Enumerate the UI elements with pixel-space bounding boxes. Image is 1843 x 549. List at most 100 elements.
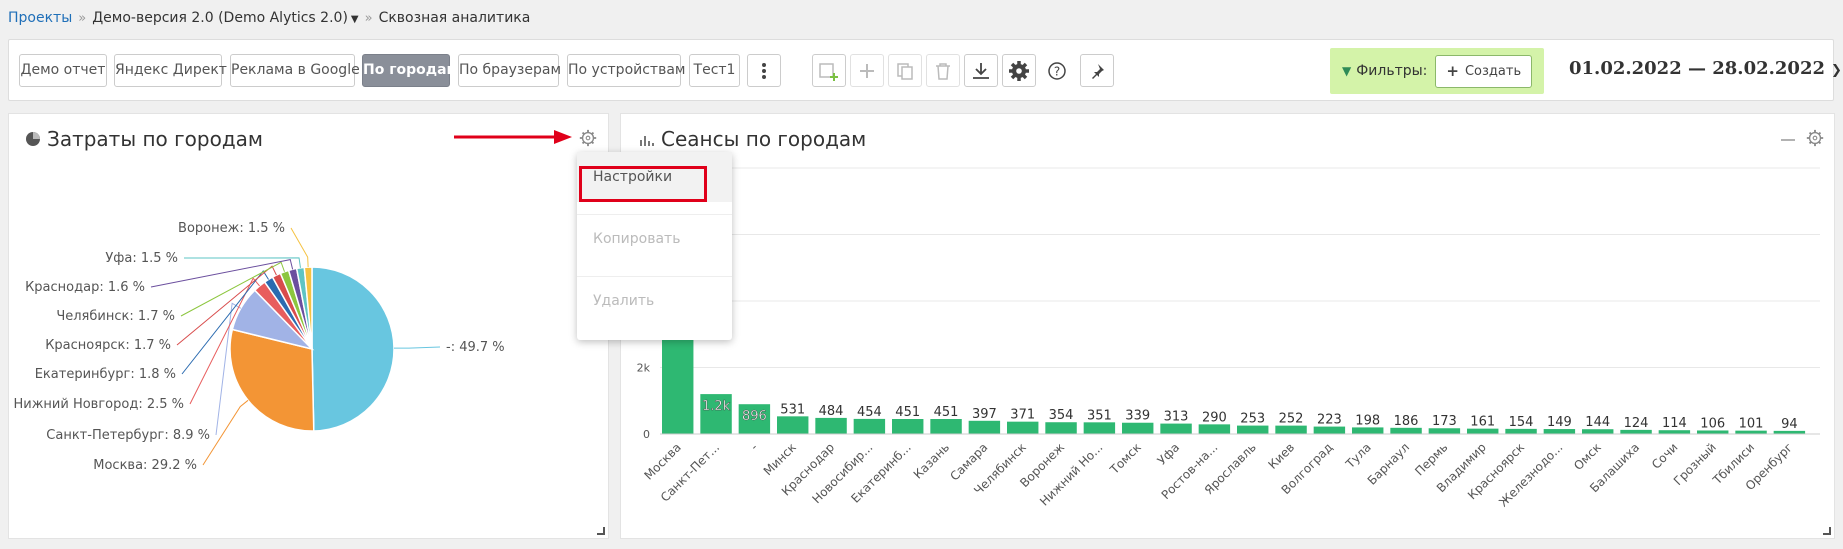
bar[interactable]: [1083, 422, 1116, 434]
bar[interactable]: [968, 420, 1001, 434]
bar-data-label: 154: [1509, 415, 1534, 430]
x-tick-label: Омск: [1571, 440, 1604, 473]
bar-data-label: 397: [972, 407, 997, 422]
x-tick-label: Барнаул: [1365, 440, 1413, 488]
bar-data-label: 1.2k: [702, 399, 731, 414]
bar-data-label: 144: [1585, 415, 1610, 430]
x-tick-label: Уфа: [1155, 440, 1183, 468]
bar-data-label: 484: [819, 404, 844, 419]
bar[interactable]: [1313, 426, 1346, 434]
bar-data-label: 451: [934, 405, 959, 420]
bar[interactable]: [1160, 423, 1192, 434]
settings-button[interactable]: [1002, 54, 1036, 87]
add-widget-icon: [819, 62, 838, 81]
bar-data-label: 371: [1010, 408, 1035, 423]
download-button[interactable]: [964, 54, 998, 87]
bar[interactable]: [815, 417, 847, 434]
bar-data-label: 313: [1164, 410, 1189, 425]
bar[interactable]: [853, 418, 886, 434]
bar[interactable]: [1237, 425, 1269, 434]
x-tick-label: Пермь: [1412, 440, 1450, 478]
more-vertical-icon: [762, 62, 766, 79]
bar-data-label: 253: [1240, 412, 1265, 427]
date-range-label: 01.02.2022 — 28.02.2022: [1569, 58, 1825, 79]
bar-data-label: 149: [1547, 415, 1572, 430]
x-tick-label: Киев: [1266, 440, 1298, 472]
delete-button[interactable]: [926, 54, 960, 87]
x-tick-label: Томск: [1107, 440, 1144, 477]
pie-slice-label: Санкт-Петербург: 8.9 %: [46, 428, 210, 443]
bar-data-label: 339: [1125, 409, 1150, 424]
bar[interactable]: [1275, 425, 1307, 434]
menu-item-delete[interactable]: Удалить: [577, 276, 732, 326]
bar[interactable]: [1122, 422, 1154, 434]
create-filter-button[interactable]: + Создать: [1435, 54, 1533, 88]
pie-slice-label: Воронеж: 1.5 %: [178, 221, 285, 236]
download-icon: [973, 62, 989, 79]
bar-data-label: 101: [1739, 417, 1764, 432]
x-tick-label: Сочи: [1649, 440, 1681, 472]
pie-slice-label: Краснодар: 1.6 %: [25, 280, 145, 295]
pin-icon: [1092, 63, 1104, 79]
bar-data-label: 531: [780, 402, 805, 417]
bar-data-label: 354: [1049, 408, 1074, 423]
pie-chart: -: 49.7 % Москва: 29.2 % Санкт-Петербург: …: [13, 221, 505, 473]
create-filter-label: Создать: [1464, 63, 1522, 79]
help-icon: ?: [1048, 61, 1066, 80]
copy-button[interactable]: [888, 54, 922, 87]
bar-data-label: 896: [742, 409, 767, 424]
help-button[interactable]: ?: [1040, 54, 1074, 87]
y-tick-label: 2k: [637, 362, 651, 375]
bar[interactable]: [1045, 422, 1077, 434]
x-tick-label: Минск: [761, 440, 799, 478]
pie-slice-label: Красноярск: 1.7 %: [45, 338, 171, 353]
pin-button[interactable]: [1080, 54, 1114, 87]
bar[interactable]: [1007, 421, 1039, 434]
bar-data-label: 94: [1781, 417, 1798, 432]
plus-icon: +: [1446, 62, 1459, 80]
plus-icon: [860, 63, 874, 78]
y-tick-label: 0: [643, 428, 650, 441]
bar-data-label: 173: [1432, 414, 1457, 429]
x-tick-label: Казань: [911, 440, 952, 481]
pie-leader-line: [393, 346, 441, 349]
bar-data-label: 124: [1624, 416, 1649, 431]
bar[interactable]: [1198, 424, 1231, 434]
widget-context-menu: Настройки Копировать Удалить: [577, 152, 732, 340]
pie-slice-label: Уфа: 1.5 %: [105, 251, 178, 266]
svg-text:?: ?: [1054, 64, 1060, 78]
bar-data-label: 223: [1317, 413, 1342, 428]
bar[interactable]: [777, 416, 809, 434]
bar-data-label: 186: [1394, 414, 1419, 429]
bar-data-label: 161: [1470, 415, 1495, 430]
chevron-down-icon: ❯: [1831, 63, 1842, 78]
more-button[interactable]: [747, 54, 781, 87]
filters-bar: ▼ Фильтры: + Создать: [1330, 48, 1544, 94]
menu-item-copy[interactable]: Копировать: [577, 214, 732, 264]
pie-slice-label: Москва: 29.2 %: [93, 458, 197, 473]
bar[interactable]: [930, 419, 962, 434]
red-highlight-box: [579, 166, 707, 202]
pie-slice-label: -: 49.7 %: [446, 340, 505, 355]
bar-chart: 02kМосква1.2kСанкт-Пет...896-531Минск484…: [637, 167, 1820, 510]
add-button[interactable]: [850, 54, 884, 87]
filters-label: Фильтры:: [1356, 63, 1428, 79]
tab-test1[interactable]: Тест1: [689, 54, 740, 87]
bar-data-label: 198: [1355, 413, 1380, 428]
date-range-picker[interactable]: 01.02.2022 — 28.02.2022 ❯: [1569, 58, 1842, 79]
copy-icon: [897, 62, 913, 80]
x-tick-label: Тула: [1342, 440, 1373, 471]
bar-data-label: 454: [857, 405, 882, 420]
pie-slice[interactable]: [311, 266, 395, 432]
bar[interactable]: [892, 419, 924, 434]
x-tick-label: -: [748, 440, 761, 453]
add-widget-button[interactable]: [812, 54, 846, 87]
bar-data-label: 351: [1087, 408, 1112, 423]
red-arrow-annotation: [454, 130, 572, 144]
bar-data-label: 290: [1202, 410, 1227, 425]
gear-icon: [1009, 60, 1029, 81]
pie-slice-label: Челябинск: 1.7 %: [56, 309, 175, 324]
trash-icon: [936, 62, 950, 80]
x-tick-label: Грозный: [1671, 440, 1719, 488]
pie-slice-label: Нижний Новгород: 2.5 %: [13, 397, 184, 412]
